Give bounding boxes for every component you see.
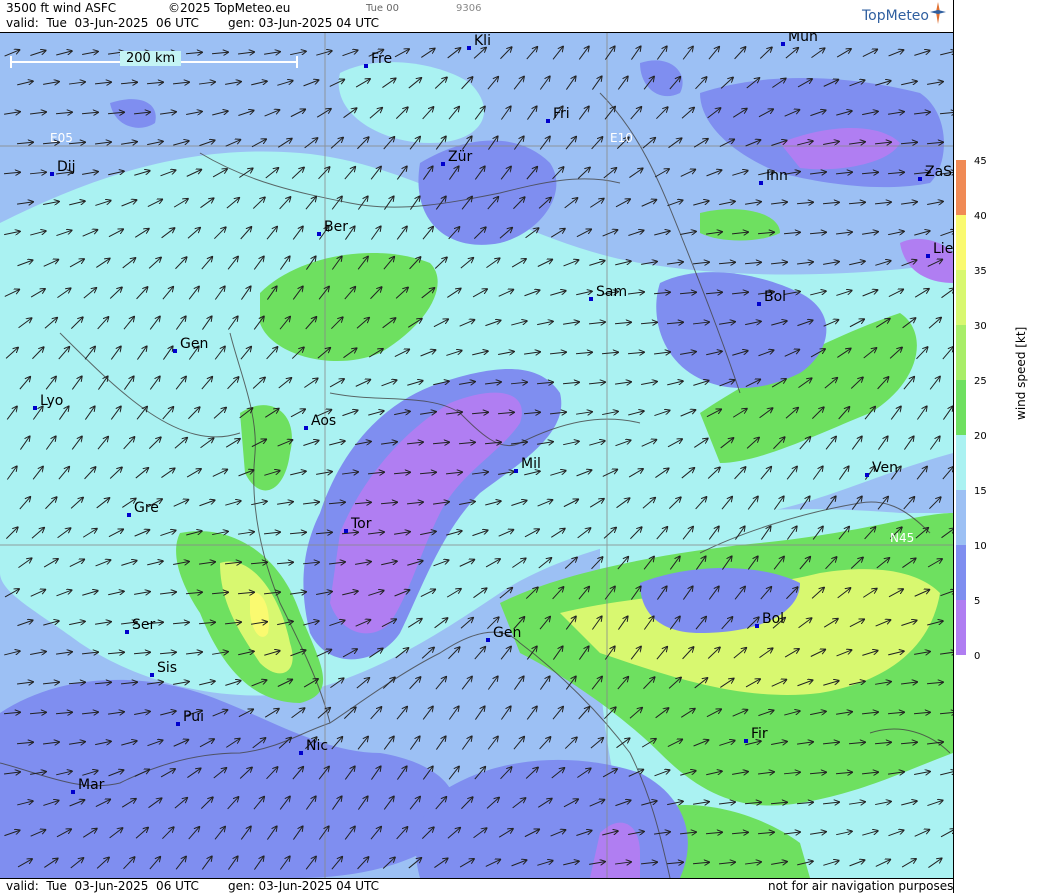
legend-swatch bbox=[956, 380, 966, 435]
gen-time: gen: 03-Jun-2025 04 UTC bbox=[228, 16, 380, 30]
legend-tick-label: 45 bbox=[974, 156, 987, 167]
legend-tick-label: 5 bbox=[974, 596, 980, 607]
footer-valid-time: valid: Tue 03-Jun-2025 06 UTC bbox=[6, 879, 199, 893]
product-title: 3500 ft wind ASFC bbox=[6, 1, 117, 15]
legend-swatch bbox=[956, 545, 966, 600]
legend-tick-label: 0 bbox=[974, 651, 980, 662]
legend-tick-label: 25 bbox=[974, 376, 987, 387]
grid-label-e10: E10 bbox=[610, 131, 633, 145]
legend-swatch bbox=[956, 600, 966, 655]
grid-label-e05: E05 bbox=[50, 131, 73, 145]
legend-swatch bbox=[956, 325, 966, 380]
grid-label-n45: N45 bbox=[890, 531, 915, 545]
legend-tick-label: 20 bbox=[974, 431, 987, 442]
legend-tick-label: 15 bbox=[974, 486, 987, 497]
legend-tick-label: 30 bbox=[974, 321, 987, 332]
footer-gen-time: gen: 03-Jun-2025 04 UTC bbox=[228, 879, 380, 893]
compass-icon bbox=[930, 2, 946, 24]
copyright: ©2025 TopMeteo.eu bbox=[168, 1, 291, 15]
wind-map bbox=[0, 33, 953, 878]
legend-tick-label: 10 bbox=[974, 541, 987, 552]
legend-panel: 45 40 35 30 25 20 15 10 5 0 wind speed [kt] bbox=[953, 0, 1045, 893]
run-tag: Tue 00 bbox=[366, 3, 399, 14]
legend-swatch bbox=[956, 490, 966, 545]
map-header: 3500 ft wind ASFC ©2025 TopMeteo.eu Tue … bbox=[0, 0, 953, 33]
legend-swatch bbox=[956, 270, 966, 325]
scale-label: 200 km bbox=[120, 51, 182, 66]
valid-time: valid: Tue 03-Jun-2025 06 UTC bbox=[6, 16, 199, 30]
legend-tick-label: 40 bbox=[974, 211, 987, 222]
legend-swatch bbox=[956, 435, 966, 490]
code: 9306 bbox=[456, 3, 482, 14]
wind-speed-legend: 45 40 35 30 25 20 15 10 5 0 bbox=[956, 156, 987, 662]
scale-bar: 200 km bbox=[10, 51, 298, 69]
map-footer: valid: Tue 03-Jun-2025 06 UTC gen: 03-Ju… bbox=[0, 878, 953, 894]
legend-tick-label: 35 bbox=[974, 266, 987, 277]
legend-title: wind speed [kt] bbox=[1014, 326, 1028, 420]
legend-swatch bbox=[956, 160, 966, 215]
topmeteo-logo: TopMeteo bbox=[862, 2, 946, 24]
disclaimer: not for air navigation purposes bbox=[768, 879, 954, 893]
legend-swatch bbox=[956, 215, 966, 270]
